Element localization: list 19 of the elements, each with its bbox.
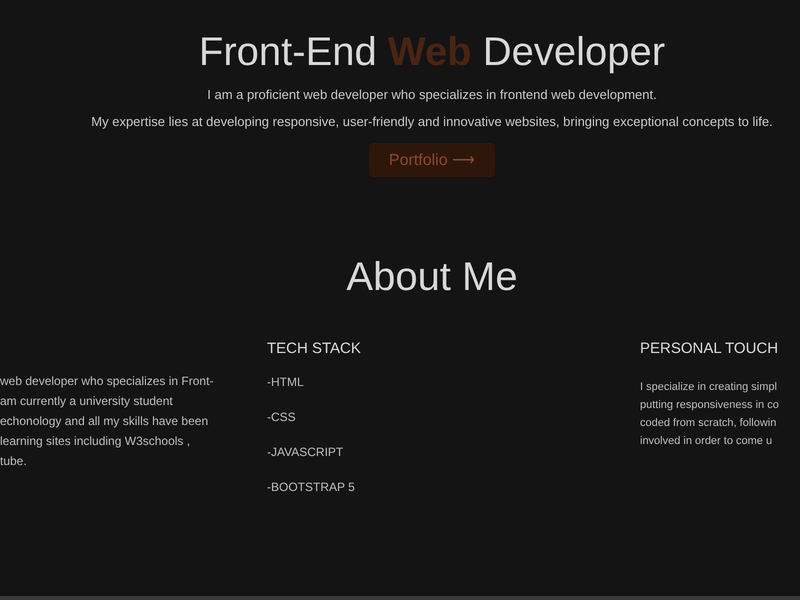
portfolio-button[interactable]: Portfolio ⟶ [368, 143, 496, 177]
body-text-line: am currently a university student [0, 394, 173, 408]
skill-item: -CSS [267, 410, 297, 424]
column-heading: PERSONAL TOUCH [640, 340, 780, 357]
section-title: About Me [346, 255, 518, 300]
body-text-line: coded from scratch, followin [640, 417, 778, 429]
body-text-line: involved in order to come u [640, 435, 774, 447]
body-text-line: I specialize in creating simpl [640, 381, 778, 393]
skill-item: -BOOTSTRAP 5 [267, 480, 356, 494]
intro-text: I am a proficient web developer who specializes in frontend web development. [207, 87, 657, 102]
body-text-line: web developer who specializes in Front- [0, 374, 214, 388]
body-text-line: echonology and all my skills have been [0, 414, 208, 428]
body-text-line: putting responsiveness in co [640, 399, 780, 411]
skill-item: -HTML [267, 375, 305, 389]
skill-item: -JAVASCRIPT [267, 445, 344, 459]
column-heading: TECH STACK [267, 340, 362, 357]
body-text-line: tube. [0, 454, 27, 468]
body-text-line: learning sites including W3schools , [0, 434, 190, 448]
intro-text: My expertise lies at developing responsive, user-friendly and innovative websites, bringing exceptional concepts to life. [91, 114, 773, 129]
